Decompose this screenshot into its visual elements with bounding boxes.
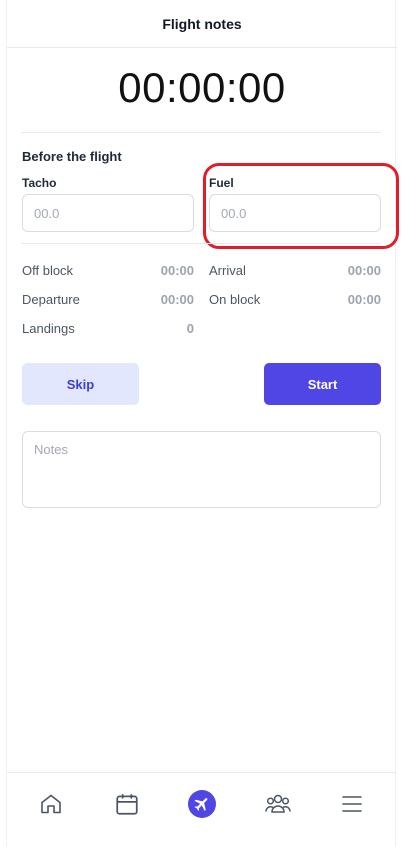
skip-button[interactable]: Skip <box>22 363 139 405</box>
tab-calendar[interactable] <box>110 787 144 821</box>
home-icon <box>41 794 61 814</box>
off-block-value: 00:00 <box>160 263 194 278</box>
on-block-value: 00:00 <box>347 292 381 307</box>
header: Flight notes <box>7 0 397 48</box>
notes-textarea[interactable] <box>22 431 381 508</box>
departure-value: 00:00 <box>160 292 194 307</box>
tab-flight[interactable] <box>188 790 216 818</box>
divider <box>21 243 381 244</box>
fuel-highlight-outline <box>203 163 399 249</box>
tab-home[interactable] <box>34 787 68 821</box>
menu-icon <box>342 796 362 812</box>
landings-label: Landings <box>22 321 75 336</box>
page-title: Flight notes <box>162 15 242 32</box>
tacho-input[interactable] <box>22 194 194 232</box>
flight-timer: 00:00:00 <box>118 64 286 111</box>
tab-menu[interactable] <box>335 787 369 821</box>
tab-members[interactable] <box>261 787 295 821</box>
start-button[interactable]: Start <box>264 363 381 405</box>
arrival-value: 00:00 <box>347 263 381 278</box>
bottom-tab-bar <box>7 772 397 834</box>
app-frame: Flight notes 00:00:00 Before the flight … <box>6 0 399 846</box>
landings-value: 0 <box>186 321 194 336</box>
off-block-label: Off block <box>22 263 74 278</box>
airplane-icon <box>194 798 208 811</box>
divider <box>21 132 381 133</box>
arrival-label: Arrival <box>209 263 246 278</box>
tacho-label: Tacho <box>22 176 57 190</box>
on-block-label: On block <box>209 292 261 307</box>
departure-label: Departure <box>22 292 80 307</box>
section-title-before-flight: Before the flight <box>22 149 122 164</box>
calendar-icon <box>116 794 138 815</box>
users-icon <box>265 794 291 813</box>
